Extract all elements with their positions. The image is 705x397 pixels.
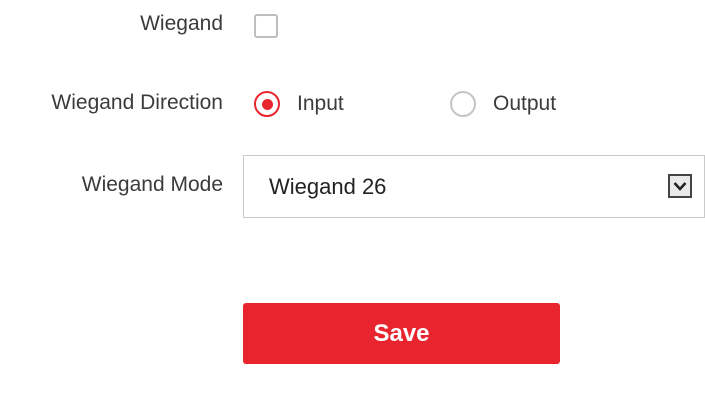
radio-unchecked-icon[interactable] — [450, 91, 476, 117]
radio-option-output[interactable]: Output — [450, 88, 556, 120]
radio-output-label: Output — [493, 92, 557, 115]
radio-option-input[interactable]: Input — [254, 88, 344, 120]
dropdown-toggle[interactable] — [668, 174, 692, 198]
radio-checked-icon[interactable] — [254, 91, 280, 117]
wiegand-direction-label: Wiegand Direction — [51, 91, 223, 114]
wiegand-mode-select[interactable]: Wiegand 26 — [243, 155, 705, 218]
save-button[interactable]: Save — [243, 303, 560, 364]
wiegand-mode-label: Wiegand Mode — [81, 173, 223, 196]
wiegand-label: Wiegand — [140, 12, 223, 35]
wiegand-checkbox[interactable] — [254, 14, 278, 38]
chevron-down-icon — [673, 182, 687, 191]
radio-dot — [261, 98, 273, 110]
radio-input-label: Input — [297, 92, 344, 115]
wiegand-mode-value: Wiegand 26 — [269, 174, 387, 199]
